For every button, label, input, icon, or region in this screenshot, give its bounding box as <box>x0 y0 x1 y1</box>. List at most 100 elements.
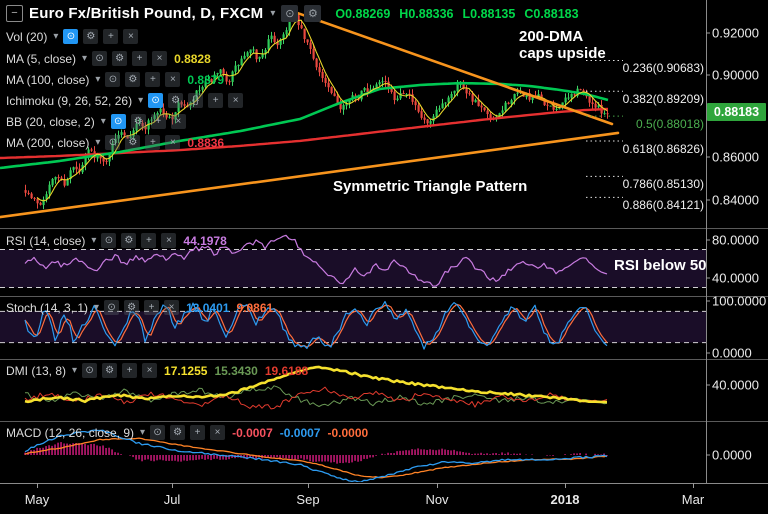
gear-icon[interactable]: ⚙ <box>304 5 322 22</box>
add-icon[interactable]: + <box>208 93 224 108</box>
add-icon[interactable]: + <box>190 425 206 440</box>
chevron-down-icon[interactable]: ▾ <box>53 31 58 42</box>
visibility-icon[interactable]: ⊙ <box>105 72 121 87</box>
visibility-icon[interactable]: ⊙ <box>110 114 126 129</box>
indicator-label[interactable]: Ichimoku (9, 26, 52, 26) <box>6 94 132 108</box>
high-value: H0.88336 <box>399 6 454 21</box>
add-icon[interactable]: + <box>141 233 157 248</box>
macd-histogram-bar <box>195 455 197 461</box>
indicator-label[interactable]: MA (200, close) <box>6 136 89 150</box>
macd-histogram-bar <box>456 451 458 455</box>
close-icon[interactable]: × <box>228 93 244 108</box>
source-code-icon[interactable]: {} <box>188 93 204 108</box>
price-axis-label: 80.0000 <box>712 232 759 248</box>
close-icon[interactable]: × <box>123 29 139 44</box>
compare-icon[interactable]: ⊙ <box>281 5 299 22</box>
indicator-label[interactable]: DMI (13, 8) <box>6 364 66 378</box>
macd-histogram-bar <box>105 447 107 455</box>
macd-histogram-bar <box>585 453 587 455</box>
candle-body <box>240 58 243 66</box>
candle-body <box>336 96 339 104</box>
chevron-down-icon[interactable]: ▾ <box>95 137 100 148</box>
visibility-icon[interactable]: ⊙ <box>92 51 108 66</box>
chevron-down-icon[interactable]: ▾ <box>140 427 145 438</box>
gear-icon[interactable]: ⚙ <box>112 51 128 66</box>
visibility-icon[interactable]: ⊙ <box>82 363 98 378</box>
macd-histogram-bar <box>477 453 479 455</box>
gear-icon[interactable]: ⚙ <box>168 93 184 108</box>
symbol-title[interactable]: Euro Fx/British Pound, D, FXCM <box>29 5 263 22</box>
macd-histogram-bar <box>318 455 320 462</box>
gear-icon[interactable]: ⚙ <box>130 114 146 129</box>
candle-body <box>237 64 240 67</box>
macd-histogram-bar <box>381 453 383 455</box>
add-icon[interactable]: + <box>132 51 148 66</box>
visibility-icon[interactable]: ⊙ <box>105 135 121 150</box>
chevron-down-icon[interactable]: ▾ <box>95 74 100 85</box>
add-icon[interactable]: + <box>145 72 161 87</box>
close-icon[interactable]: × <box>165 72 181 87</box>
indicator-label[interactable]: MACD (12, 26, close, 9) <box>6 426 134 440</box>
chevron-down-icon[interactable]: ▾ <box>91 235 96 246</box>
macd-histogram-bar <box>111 449 113 455</box>
oscillator-band <box>0 249 706 288</box>
add-icon[interactable]: + <box>144 300 160 315</box>
gear-icon[interactable]: ⚙ <box>125 135 141 150</box>
visibility-icon[interactable]: ⊙ <box>150 425 166 440</box>
macd-histogram-bar <box>156 455 158 461</box>
visibility-icon[interactable]: ⊙ <box>101 233 117 248</box>
indicator-label[interactable]: BB (20, close, 2) <box>6 115 95 129</box>
close-icon[interactable]: × <box>165 135 181 150</box>
candle-body <box>261 54 264 58</box>
candle-body <box>24 190 27 193</box>
gear-icon[interactable]: ⚙ <box>83 29 99 44</box>
macd-histogram-bar <box>345 455 347 463</box>
close-icon[interactable]: × <box>142 363 158 378</box>
time-axis-label: Mar <box>681 492 705 507</box>
candle-body <box>333 93 336 97</box>
gear-icon[interactable]: ⚙ <box>121 233 137 248</box>
chevron-down-icon[interactable]: ▾ <box>270 8 275 19</box>
indicator-label[interactable]: Stoch (14, 3, 1) <box>6 301 88 315</box>
close-icon[interactable]: × <box>152 51 168 66</box>
collapse-pane-icon[interactable]: − <box>6 5 23 22</box>
close-icon[interactable]: × <box>164 300 180 315</box>
indicator-label[interactable]: MA (100, close) <box>6 73 89 87</box>
macd-histogram-bar <box>171 455 173 461</box>
gear-icon[interactable]: ⚙ <box>170 425 186 440</box>
gear-icon[interactable]: ⚙ <box>102 363 118 378</box>
gear-icon[interactable]: ⚙ <box>125 72 141 87</box>
chevron-down-icon[interactable]: ▾ <box>138 95 143 106</box>
close-icon[interactable]: × <box>170 114 186 129</box>
candle-body <box>39 202 42 205</box>
visibility-icon[interactable]: ⊙ <box>148 93 164 108</box>
macd-histogram-bar <box>423 449 425 455</box>
close-icon[interactable]: × <box>161 233 177 248</box>
chevron-down-icon[interactable]: ▾ <box>82 53 87 64</box>
indicator-value: 9.0861 <box>236 300 274 315</box>
gear-icon[interactable]: ⚙ <box>124 300 140 315</box>
candle-body <box>570 93 573 98</box>
add-icon[interactable]: + <box>150 114 166 129</box>
visibility-icon[interactable]: ⊙ <box>63 29 79 44</box>
visibility-icon[interactable]: ⊙ <box>104 300 120 315</box>
macd-histogram-bar <box>213 455 215 459</box>
candle-body <box>378 82 381 85</box>
chevron-down-icon[interactable]: ▾ <box>94 302 99 313</box>
indicator-label[interactable]: MA (5, close) <box>6 52 76 66</box>
add-icon[interactable]: + <box>145 135 161 150</box>
candle-body <box>366 88 369 93</box>
add-icon[interactable]: + <box>103 29 119 44</box>
candle-body <box>309 42 312 49</box>
indicator-label[interactable]: Vol (20) <box>6 30 47 44</box>
chevron-down-icon[interactable]: ▾ <box>72 365 77 376</box>
close-icon[interactable]: × <box>210 425 226 440</box>
macd-histogram-bar <box>384 454 386 455</box>
indicator-label[interactable]: RSI (14, close) <box>6 234 85 248</box>
chevron-down-icon[interactable]: ▾ <box>101 116 106 127</box>
macd-histogram-bar <box>600 454 602 455</box>
add-icon[interactable]: + <box>122 363 138 378</box>
candle-body <box>381 81 384 83</box>
candle-body <box>507 102 510 104</box>
candle-body <box>300 25 303 29</box>
